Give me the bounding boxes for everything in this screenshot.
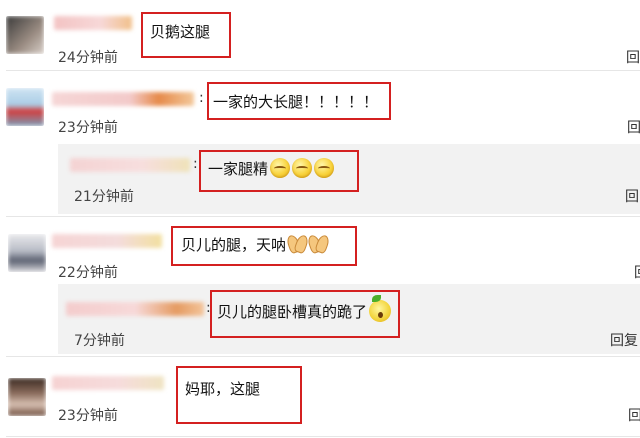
comment-time: 23分钟前 [58, 120, 118, 136]
reply-link[interactable]: 回复 [610, 330, 638, 350]
username-blurred[interactable] [66, 302, 204, 316]
grin-emoji [314, 158, 335, 178]
comment-time: 23分钟前 [58, 408, 118, 424]
comment-item: 贝儿的腿，天呐 22分钟前 回 [0, 216, 640, 284]
reply-item: : 贝儿的腿卧槽真的跪了 7分钟前 回复 [0, 284, 640, 354]
username-blurred[interactable] [52, 234, 162, 248]
colon: : [193, 156, 198, 172]
reply-link[interactable]: 回 [625, 186, 639, 206]
comment-text-body: 贝儿的腿，天呐 [181, 236, 287, 254]
grin-emoji [270, 158, 291, 178]
comment-item: 贝鹅这腿 24分钟前 回 [0, 0, 640, 66]
comment-item: 妈耶，这腿 23分钟前 回 [0, 356, 640, 438]
divider [6, 436, 640, 437]
avatar[interactable] [8, 234, 46, 272]
comment-text: 一家腿精 [208, 158, 335, 179]
comment-time: 7分钟前 [74, 333, 125, 349]
reply-link[interactable]: 回 [628, 405, 640, 425]
comment-item: : 一家的大长腿！！！！！ 23分钟前 回 [0, 70, 640, 144]
username-blurred[interactable] [52, 376, 164, 390]
comment-time: 21分钟前 [74, 189, 134, 205]
clap-emoji [308, 235, 328, 253]
comment-time: 24分钟前 [58, 50, 118, 66]
avatar[interactable] [8, 378, 46, 416]
comment-text-body: 一家腿精 [208, 160, 269, 178]
comment-text: 贝鹅这腿 [150, 23, 211, 41]
comment-text-body: 贝儿的腿卧槽真的跪了 [217, 303, 368, 321]
reply-link[interactable]: 回 [634, 262, 640, 282]
comment-text: 贝儿的腿，天呐 [181, 234, 328, 255]
avatar[interactable] [6, 16, 44, 54]
reply-link[interactable]: 回 [627, 117, 640, 137]
username-blurred[interactable] [52, 92, 194, 106]
comment-text: 一家的大长腿！！！！！ [213, 93, 379, 111]
comment-text: 妈耶，这腿 [185, 380, 261, 398]
grin-emoji [292, 158, 313, 178]
colon: : [199, 90, 204, 106]
clap-emoji [287, 235, 307, 253]
reply-item: : 一家腿精 21分钟前 回 [0, 144, 640, 214]
comment-time: 22分钟前 [58, 265, 118, 281]
reply-link[interactable]: 回 [626, 47, 640, 67]
username-blurred[interactable] [70, 158, 190, 172]
shocked-emoji [369, 295, 392, 322]
avatar[interactable] [6, 88, 44, 126]
username-blurred[interactable] [54, 16, 132, 30]
comment-text: 贝儿的腿卧槽真的跪了 [217, 295, 392, 322]
